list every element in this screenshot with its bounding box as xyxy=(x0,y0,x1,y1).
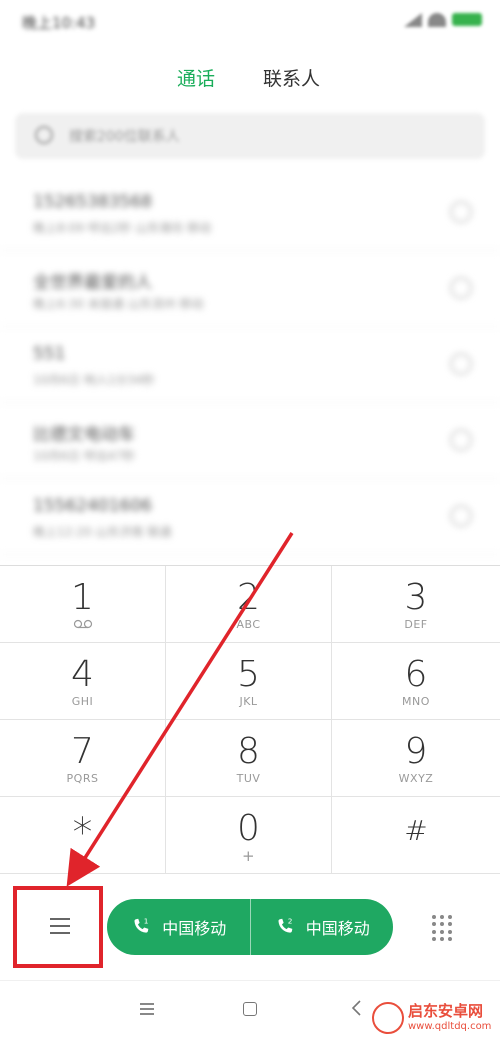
status-bar: 晚上10:43 xyxy=(0,0,500,44)
phone-icon: 2 xyxy=(278,916,292,933)
call-name: 比德文电动车 xyxy=(33,425,135,445)
keypad-icon[interactable] xyxy=(432,915,452,941)
key-letters: WXYZ xyxy=(398,772,434,785)
info-icon[interactable] xyxy=(450,505,472,527)
back-icon[interactable] xyxy=(350,999,362,1017)
dialpad: 1 2 ABC 3 DEF 4 GHI 5 JKL 6 MNO 7 PQRS 8… xyxy=(0,565,500,874)
watermark-logo xyxy=(372,1002,404,1034)
key-letters: + xyxy=(241,847,256,865)
info-icon[interactable] xyxy=(450,429,472,451)
key-letters: TUV xyxy=(236,772,261,785)
key-digit: * xyxy=(72,810,93,856)
key-digit: 9 xyxy=(404,731,428,772)
tab-calls[interactable]: 通话 xyxy=(177,64,215,91)
dial-key-hash[interactable]: # xyxy=(332,797,500,874)
dial-key-9[interactable]: 9 WXYZ xyxy=(332,720,500,797)
sim-number: 2 xyxy=(287,916,292,925)
recents-icon[interactable] xyxy=(140,1003,154,1015)
dial-key-star[interactable]: * xyxy=(0,797,166,874)
tab-bar: 通话 联系人 xyxy=(0,58,500,98)
call-button-group: 1 中国移动 2 中国移动 xyxy=(107,899,393,955)
call-log-row[interactable]: 15562401606 晚上12:20 山东济南 联通 xyxy=(0,479,500,555)
dial-key-2[interactable]: 2 ABC xyxy=(166,566,332,643)
sim-number: 1 xyxy=(144,916,149,925)
dial-key-3[interactable]: 3 DEF xyxy=(332,566,500,643)
wifi-icon xyxy=(428,13,446,27)
key-digit: 5 xyxy=(237,654,260,695)
voicemail-icon xyxy=(73,619,92,629)
key-letters: PQRS xyxy=(66,772,99,785)
dial-key-6[interactable]: 6 MNO xyxy=(332,643,500,720)
call-name: 全世界最爱的人 xyxy=(33,273,152,293)
menu-icon xyxy=(50,918,70,934)
call-detail: 10月6日 呼出47秒 xyxy=(33,449,135,463)
dial-key-0[interactable]: 0 + xyxy=(166,797,332,874)
status-time: 晚上10:43 xyxy=(22,14,96,32)
dial-key-1[interactable]: 1 xyxy=(0,566,166,643)
menu-button[interactable] xyxy=(13,886,103,968)
tab-contacts[interactable]: 联系人 xyxy=(263,64,320,91)
call-sim2-button[interactable]: 2 中国移动 xyxy=(251,899,394,955)
key-digit: 4 xyxy=(71,654,94,695)
key-digit: 1 xyxy=(71,577,94,618)
call-log-row[interactable]: 15265383568 晚上8:09 呼出2秒 山东潍坊 移动 xyxy=(0,175,500,251)
search-placeholder: 搜索200位联系人 xyxy=(69,129,180,145)
call-actions: 1 中国移动 2 中国移动 xyxy=(0,873,500,978)
call-log-row[interactable]: 全世界最爱的人 晚上6:30 未接通 山东滨州 移动 xyxy=(0,251,500,327)
key-letters: MNO xyxy=(402,695,430,708)
search-icon xyxy=(35,126,53,144)
key-digit: 0 xyxy=(237,808,260,849)
call-detail: 晚上12:20 山东济南 联通 xyxy=(33,525,172,539)
phone-icon: 1 xyxy=(134,916,149,933)
info-icon[interactable] xyxy=(450,201,472,223)
dial-key-5[interactable]: 5 JKL xyxy=(166,643,332,720)
key-digit: 2 xyxy=(237,577,260,618)
call-log-row[interactable]: 比德文电动车 10月6日 呼出47秒 xyxy=(0,403,500,479)
search-input[interactable]: 搜索200位联系人 xyxy=(15,113,485,159)
watermark: 启东安卓网 www.qdltdq.com xyxy=(372,994,500,1041)
dial-key-4[interactable]: 4 GHI xyxy=(0,643,166,720)
key-digit: # xyxy=(404,814,428,847)
battery-icon xyxy=(452,13,482,26)
call-detail: 晚上8:09 呼出2秒 山东潍坊 移动 xyxy=(33,221,212,235)
signal-icon xyxy=(404,13,422,27)
call-detail: 10月6日 响入1分34秒 xyxy=(33,373,155,387)
call-detail: 晚上6:30 未接通 山东滨州 移动 xyxy=(33,297,204,311)
key-digit: 8 xyxy=(237,731,260,772)
key-digit: 6 xyxy=(404,654,428,695)
watermark-url: www.qdltdq.com xyxy=(408,1021,492,1032)
dial-key-7[interactable]: 7 PQRS xyxy=(0,720,166,797)
info-icon[interactable] xyxy=(450,277,472,299)
dial-key-8[interactable]: 8 TUV xyxy=(166,720,332,797)
call-name: 551 xyxy=(33,344,66,364)
watermark-title: 启东安卓网 xyxy=(408,1002,484,1020)
call-log-row[interactable]: 551 10月6日 响入1分34秒 xyxy=(0,327,500,403)
key-digit: 7 xyxy=(71,731,94,772)
info-icon[interactable] xyxy=(450,353,472,375)
key-letters: DEF xyxy=(404,618,428,631)
call-name: 15562401606 xyxy=(33,496,152,516)
sim1-label: 中国移动 xyxy=(162,919,227,938)
key-letters: ABC xyxy=(236,618,261,631)
home-icon[interactable] xyxy=(243,1002,257,1016)
status-icons xyxy=(404,13,482,27)
call-sim1-button[interactable]: 1 中国移动 xyxy=(107,899,250,955)
key-letters: JKL xyxy=(239,695,258,708)
sim2-label: 中国移动 xyxy=(305,919,370,938)
call-log-list: 15265383568 晚上8:09 呼出2秒 山东潍坊 移动 全世界最爱的人 … xyxy=(0,175,500,563)
call-name: 15265383568 xyxy=(33,192,152,212)
key-digit: 3 xyxy=(404,577,428,618)
key-letters: GHI xyxy=(71,695,94,708)
